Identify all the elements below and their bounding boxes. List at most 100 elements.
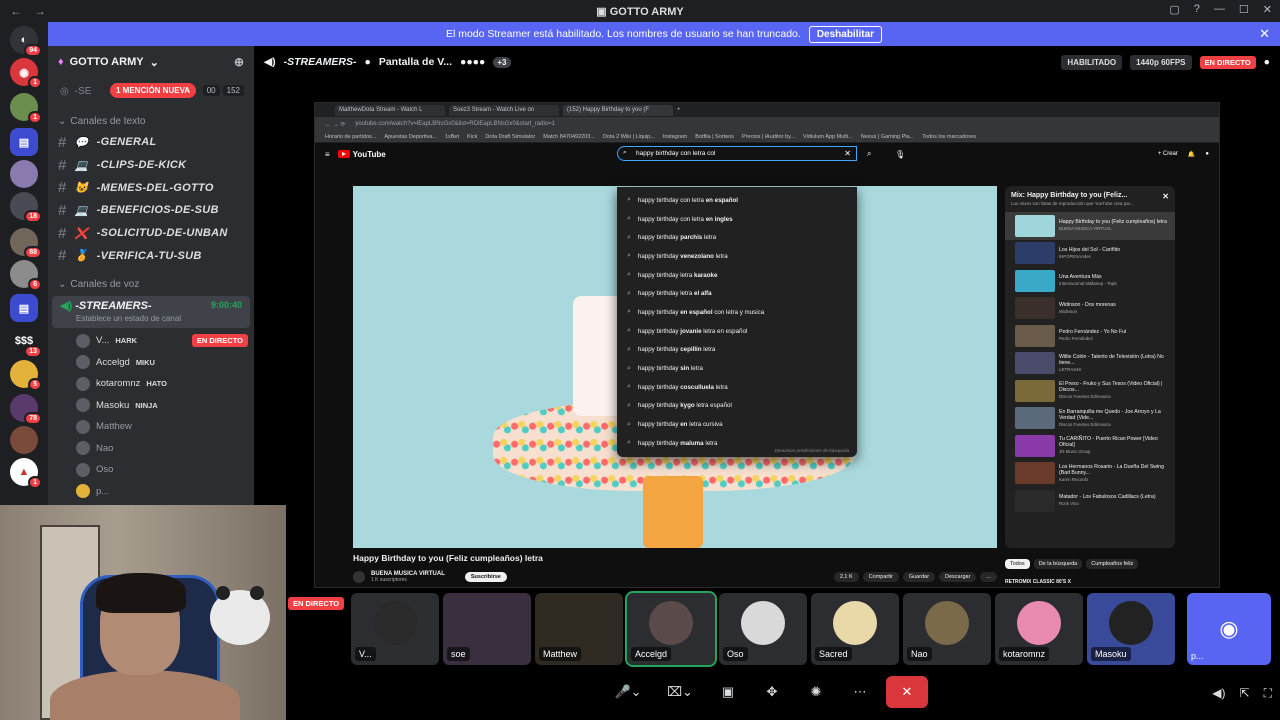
suggestion-item[interactable]: ⌕ happy birthday cepillin letra (617, 341, 857, 360)
voice-user[interactable]: kotaromnz HATO (48, 373, 254, 395)
voice-user[interactable]: Masoku NINJA (48, 395, 254, 417)
server-icon[interactable] (10, 160, 38, 188)
server-icon[interactable] (10, 426, 38, 454)
voice-user[interactable]: Accelgd MIKU (48, 352, 254, 374)
screen-share-title[interactable]: Pantalla de V... (379, 56, 452, 68)
chip-from-search[interactable]: De la búsqueda (1033, 559, 1083, 569)
participant-tile[interactable]: Oso (719, 593, 807, 665)
invite-icon[interactable]: ⊕ (234, 55, 244, 69)
playlist-item[interactable]: Los Hijos del Sol - Cariñito INFOPESAndes (1005, 240, 1175, 268)
close-playlist-icon[interactable]: ✕ (1162, 192, 1169, 201)
server-icon[interactable]: 1 (10, 93, 42, 124)
next-recommendation[interactable]: RETROMIX CLASSIC 80'S X (1005, 579, 1071, 585)
server-icon[interactable]: 88 (10, 228, 42, 259)
folder-icon[interactable]: ▤ (10, 294, 38, 322)
suggestion-item[interactable]: ⌕ happy birthday con letra en español (617, 191, 857, 210)
playlist-item[interactable]: Matador - Los Fabulosos Cadillacs (Letra… (1005, 487, 1175, 515)
new-mention-pill[interactable]: 1 MENCIÓN NUEVA (110, 83, 197, 98)
subscribe-button[interactable]: Suscribirse (464, 572, 507, 582)
bookmark[interactable]: Kick (467, 134, 477, 140)
bookmark[interactable]: Precios | iAuditor by... (742, 134, 795, 140)
server-icon[interactable]: 6 (10, 260, 42, 291)
inbox-icon[interactable]: ▢ (1169, 3, 1179, 16)
channel-general[interactable]: # 💬 -GENERAL (48, 131, 254, 154)
pop-out-icon[interactable]: ⇱ (1240, 686, 1250, 701)
create-button[interactable]: + Crear (1158, 151, 1178, 157)
chat-icon[interactable]: ● (1264, 56, 1270, 68)
youtube-logo[interactable]: YouTube (337, 150, 386, 159)
folder-icon[interactable]: ▤ (10, 128, 38, 156)
suggestion-item[interactable]: ⌕ happy birthday jovanie letra en español (617, 322, 857, 341)
voice-user[interactable]: V... HARK EN DIRECTO (48, 330, 254, 352)
bookmark[interactable]: Nexus | Gaming Pla... (861, 134, 914, 140)
channel-beneficios[interactable]: # 💻 -BENEFICIOS-DE-SUB (48, 199, 254, 222)
playlist-item[interactable]: En Barranquilla me Quedo - Joe Arroyo y … (1005, 405, 1175, 433)
suggestion-item[interactable]: ⌕ happy birthday kygo letra español (617, 397, 857, 416)
new-tab-icon[interactable]: + (677, 107, 681, 113)
suggestion-item[interactable]: ⌕ happy birthday letra karaoke (617, 266, 857, 285)
suggestion-item[interactable]: ⌕ happy birthday venezolano letra (617, 247, 857, 266)
save-button[interactable]: Guardar (902, 572, 936, 582)
more-viewers-badge[interactable]: +3 (493, 56, 511, 68)
bell-icon[interactable]: 🔔 (1188, 151, 1195, 158)
close-window-icon[interactable]: ✕ (1263, 3, 1272, 16)
microphone-button[interactable]: 🎤⌄ (606, 677, 650, 707)
search-button-icon[interactable]: ⌕ (867, 149, 871, 159)
playlist-item[interactable]: Tu CARIÑITO - Puerto Rican Power [Video … (1005, 432, 1175, 460)
leave-call-button[interactable]: ✕ (886, 676, 928, 708)
voice-user[interactable]: Oso (48, 459, 254, 481)
browser-tab-active[interactable]: (152) Happy Birthday to you (F (563, 104, 673, 116)
participant-tile[interactable]: V... (351, 593, 439, 665)
bookmark[interactable]: Match 8470492203... (543, 134, 595, 140)
channel-peek[interactable]: ◎ -SE 1 MENCIÓN NUEVA 00 152 (48, 78, 254, 104)
participant-tile[interactable]: Masoku (1087, 593, 1175, 665)
playlist-item[interactable]: Widinson - Dos morenas Widinson (1005, 295, 1175, 323)
menu-icon[interactable]: ≡ (325, 150, 330, 159)
suggestion-item[interactable]: ⌕ happy birthday en español con letra y m… (617, 303, 857, 322)
close-banner-icon[interactable]: ✕ (1259, 26, 1270, 42)
suggestion-item[interactable]: ⌕ happy birthday en letra cursiva (617, 415, 857, 434)
participant-tile-speaking[interactable]: Accelgd (625, 591, 717, 667)
minimize-icon[interactable]: — (1214, 3, 1225, 16)
playlist-item[interactable]: Una Aventura Más Internacional Mallanep -… (1005, 267, 1175, 295)
mic-icon[interactable]: 🎙 (895, 150, 905, 159)
maximize-icon[interactable]: ☐ (1239, 3, 1249, 16)
quality-chip[interactable]: 1440p 60FPS (1130, 54, 1192, 70)
suggestion-item[interactable]: ⌕ happy birthday sin letra (617, 359, 857, 378)
more-actions-button[interactable]: ... (980, 572, 997, 582)
enabled-chip[interactable]: HABILITADO (1061, 54, 1123, 70)
nav-arrows-icon[interactable]: ← → ⟳ (325, 121, 345, 128)
text-category[interactable]: ⌄ Canales de texto (48, 104, 254, 131)
voice-user[interactable]: Nao (48, 438, 254, 460)
playlist-item[interactable]: Pedro Fernández - Yo No Fui Pedro Fernánd… (1005, 322, 1175, 350)
playlist-item[interactable]: Happy Birthday to you (Feliz cumpleaños)… (1005, 212, 1175, 240)
chip-all[interactable]: Todos (1005, 559, 1030, 569)
bookmark[interactable]: Vidiulum App Multi... (803, 134, 853, 140)
participant-tile[interactable]: kotaromnz (995, 593, 1083, 665)
address-bar[interactable]: ← → ⟳ youtube.com/watch?v=lEapLBNsGx0&li… (315, 117, 1219, 131)
playlist-item[interactable]: Los Hermanos Rosario - La Dueña Del Swin… (1005, 460, 1175, 488)
fullscreen-icon[interactable]: ⛶ (1264, 686, 1272, 701)
bookmark[interactable]: Horario de partidos... (325, 134, 376, 140)
download-button[interactable]: Descargar (939, 572, 977, 582)
browser-tab[interactable]: MatthewDota Stream - Watch L (335, 104, 445, 116)
bookmark[interactable]: 1xBet (445, 134, 459, 140)
server-icon[interactable]: 18 (10, 192, 42, 223)
bookmark[interactable]: Todos los marcadores (922, 134, 976, 140)
channel-status[interactable]: Establece un estado de canal (60, 314, 242, 323)
playlist-item[interactable]: El Preso - Fruko y Sus Tesos (Video Ofic… (1005, 377, 1175, 405)
voice-user[interactable]: Matthew (48, 416, 254, 438)
server-icon[interactable]: 5 (10, 360, 42, 391)
server-icon[interactable]: $$$ 13 (10, 327, 42, 358)
suggestion-item[interactable]: ⌕ happy birthday parchis letra (617, 228, 857, 247)
channel-unban[interactable]: # ❌ -SOLICITUD-DE-UNBAN (48, 222, 254, 245)
participant-tile[interactable]: soe (443, 593, 531, 665)
voice-user[interactable]: p... (48, 481, 254, 503)
bookmark[interactable]: Dota Draft Simulator (485, 134, 535, 140)
voice-channel-streamers[interactable]: ◀) -STREAMERS- 9:00:40 Establece un esta… (52, 296, 250, 329)
bookmark[interactable]: Dota 2 Wiki | Liquip... (603, 134, 655, 140)
url-text[interactable]: youtube.com/watch?v=lEapLBNsGx0&list=RDl… (355, 121, 555, 127)
bookmark[interactable]: Botfila | Sorteos (695, 134, 734, 140)
clear-search-icon[interactable]: ✕ (844, 149, 851, 158)
playlist-item[interactable]: Willie Colón - Talento de Televisión (Le… (1005, 350, 1175, 378)
